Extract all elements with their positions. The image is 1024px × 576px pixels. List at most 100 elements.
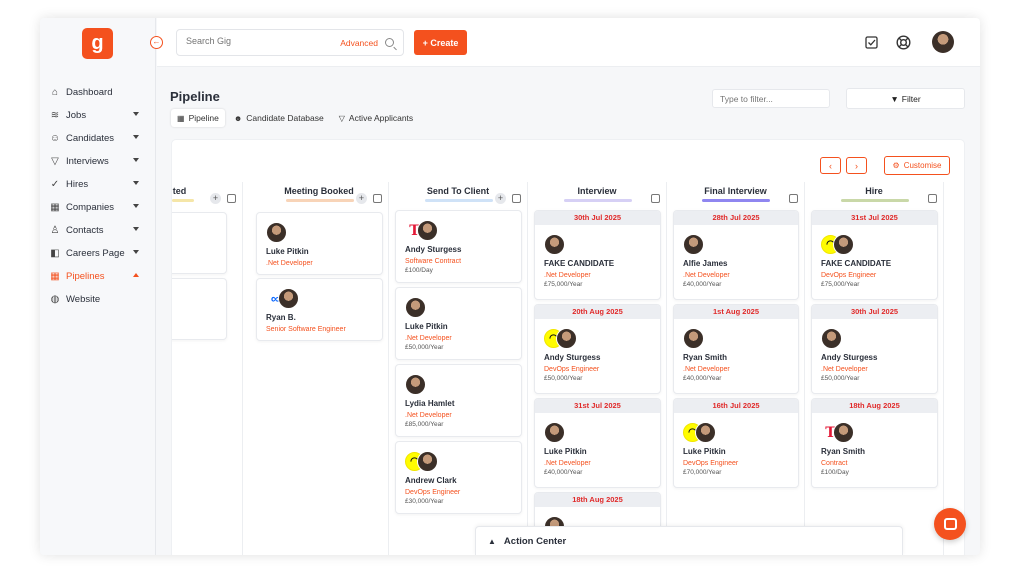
column-select-checkbox[interactable]	[928, 194, 937, 203]
column-color-bar	[172, 199, 194, 202]
candidate-name: Ryan Smith	[821, 447, 866, 456]
candidate-card[interactable]: Lydia Hamlet .Net Developer £85,000/Year	[395, 364, 522, 437]
candidate-card[interactable]: 28th Jul 2025 Alfie James .Net Developer £4…	[673, 210, 799, 300]
sidebar-nav: ⌂ Dashboard ≋ Jobs ☺ Candidates ▽ Interviews ✓ Hi…	[40, 81, 156, 311]
candidate-avatar	[821, 328, 842, 349]
chevron-right-icon: ›	[855, 160, 858, 171]
candidate-role: .Net Developer	[266, 260, 313, 267]
candidate-card[interactable]: ◠ Andrew Clark DevOps Engineer £30,000/Year	[395, 441, 522, 514]
search-icon[interactable]	[385, 38, 394, 47]
scroll-left-button[interactable]: ‹	[820, 157, 841, 174]
card-avatars: T	[821, 422, 937, 444]
candidate-card[interactable]: ∞ Ryan B. Senior Software Engineer	[256, 278, 383, 341]
app-window: g ⌂ Dashboard ≋ Jobs ☺ Candidates ▽ Interviews ✓…	[40, 18, 980, 555]
candidate-card[interactable]: 30th Jul 2025 FAKE CANDIDATE .Net Develope…	[534, 210, 661, 300]
candidate-role: DevOps Engineer	[821, 272, 877, 279]
sidebar-item-companies[interactable]: ▦ Companies	[40, 196, 156, 219]
users-icon: ☻	[233, 113, 243, 123]
sidebar-item-jobs[interactable]: ≋ Jobs	[40, 104, 156, 127]
action-center-bar[interactable]: ▲ Action Center	[475, 526, 903, 555]
candidate-card[interactable]: 16th Jul 2025 ◠ Luke Pitkin DevOps Engineer…	[673, 398, 799, 488]
app-logo[interactable]: g	[82, 28, 113, 59]
card-avatars: ◠	[405, 451, 521, 473]
interview-date: 28th Jul 2025	[674, 211, 798, 225]
search-box: Advanced	[176, 29, 404, 56]
candidate-avatar	[278, 288, 299, 309]
user-avatar[interactable]	[932, 31, 954, 53]
add-candidate-button[interactable]: +	[356, 193, 367, 204]
sidebar-item-interviews[interactable]: ▽ Interviews	[40, 150, 156, 173]
chevron-down-icon[interactable]	[133, 112, 139, 116]
candidate-card[interactable]: 31st Jul 2025 ◠ FAKE CANDIDATE DevOps Engin…	[811, 210, 938, 300]
scroll-right-button[interactable]: ›	[846, 157, 867, 174]
sidebar-item-hires[interactable]: ✓ Hires	[40, 173, 156, 196]
candidate-salary: £50,000/Year	[405, 344, 444, 351]
add-candidate-button[interactable]: +	[495, 193, 506, 204]
filter-input[interactable]	[712, 89, 830, 108]
candidate-card[interactable]: 1st Aug 2025 Ryan Smith .Net Developer £40,…	[673, 304, 799, 394]
interview-date: 31st Jul 2025	[535, 399, 660, 413]
candidate-salary: £30,000/Year	[405, 498, 444, 505]
sidebar-item-label: Careers Page	[66, 248, 125, 259]
candidate-role: Contract	[821, 460, 848, 467]
candidate-name: Andy Sturgess	[405, 245, 462, 254]
column-select-checkbox[interactable]	[512, 194, 521, 203]
column-title: Send To Client	[426, 186, 490, 196]
grid-icon: ▦	[177, 113, 185, 123]
chevron-down-icon[interactable]	[133, 181, 139, 185]
help-icon[interactable]	[895, 34, 911, 50]
create-button[interactable]: + Create	[414, 30, 467, 55]
chevron-down-icon[interactable]	[133, 273, 139, 277]
sidebar-item-careers-page[interactable]: ◧ Careers Page	[40, 242, 156, 265]
chevron-down-icon[interactable]	[133, 250, 139, 254]
interview-date: 16th Jul 2025	[674, 399, 798, 413]
chevron-down-icon[interactable]	[133, 135, 139, 139]
candidate-salary: £50,000/Year	[544, 375, 583, 382]
sidebar-item-pipelines[interactable]: ▦ Pipelines	[40, 265, 156, 288]
candidate-role: .Net Developer	[821, 366, 868, 373]
advanced-search-link[interactable]: Advanced	[340, 38, 378, 48]
sidebar: g ⌂ Dashboard ≋ Jobs ☺ Candidates ▽ Interviews ✓…	[40, 18, 156, 555]
candidate-card[interactable]: 18th Aug 2025 T Ryan Smith Contract £100/Day	[811, 398, 938, 488]
column-select-checkbox[interactable]	[373, 194, 382, 203]
search-input[interactable]	[186, 36, 326, 46]
tasks-icon[interactable]	[863, 34, 879, 50]
column-select-checkbox[interactable]	[227, 194, 236, 203]
card-avatars	[544, 422, 660, 444]
add-candidate-button[interactable]: +	[210, 193, 221, 204]
candidate-card[interactable]: 20th Aug 2025 ◠ Andy Sturgess DevOps Engine…	[534, 304, 661, 394]
sidebar-item-contacts[interactable]: ♙ Contacts	[40, 219, 156, 242]
sidebar-item-candidates[interactable]: ☺ Candidates	[40, 127, 156, 150]
collapse-sidebar-icon[interactable]: ←	[150, 36, 163, 49]
tab-candidate-database[interactable]: ☻ Candidate Database	[228, 109, 330, 127]
pipeline-column: Send To Client + T Andy Sturgess Software Co…	[389, 182, 528, 555]
chevron-down-icon[interactable]	[133, 227, 139, 231]
candidate-card[interactable]	[172, 212, 227, 274]
filter-button[interactable]: ▼ Filter	[846, 88, 965, 109]
column-header: Meeting Booked +	[250, 182, 388, 210]
chevron-down-icon[interactable]	[133, 204, 139, 208]
interview-date: 18th Aug 2025	[535, 493, 660, 507]
column-select-checkbox[interactable]	[789, 194, 798, 203]
column-select-checkbox[interactable]	[651, 194, 660, 203]
candidate-card[interactable]: Luke Pitkin .Net Developer £50,000/Year	[395, 287, 522, 360]
sidebar-item-website[interactable]: ◍ Website	[40, 288, 156, 311]
globe-icon: ◍	[50, 294, 60, 305]
candidate-card[interactable]: Luke Pitkin .Net Developer	[256, 212, 383, 275]
candidate-card[interactable]: 30th Jul 2025 Andy Sturgess .Net Developer…	[811, 304, 938, 394]
candidate-name: Luke Pitkin	[683, 447, 726, 456]
chevron-down-icon[interactable]	[133, 158, 139, 162]
tab-active-applicants[interactable]: ▽ Active Applicants	[333, 109, 419, 127]
card-avatars	[683, 234, 798, 256]
chat-button[interactable]	[934, 508, 966, 540]
candidate-card[interactable]	[172, 278, 227, 340]
candidate-avatar	[683, 328, 704, 349]
funnel-icon: ▼	[890, 93, 899, 104]
candidate-card[interactable]: T Andy Sturgess Software Contract £100/Day	[395, 210, 522, 283]
pipeline-column: Hire 31st Jul 2025 ◠ FAKE CANDIDATE DevOps E…	[805, 182, 944, 555]
candidate-card[interactable]: 31st Jul 2025 Luke Pitkin .Net Developer £4…	[534, 398, 661, 488]
tab-pipeline[interactable]: ▦ Pipeline	[171, 109, 225, 127]
sidebar-item-dashboard[interactable]: ⌂ Dashboard	[40, 81, 156, 104]
customise-button[interactable]: ⚙ Customise	[884, 156, 950, 175]
candidate-salary: £75,000/Year	[821, 281, 860, 288]
